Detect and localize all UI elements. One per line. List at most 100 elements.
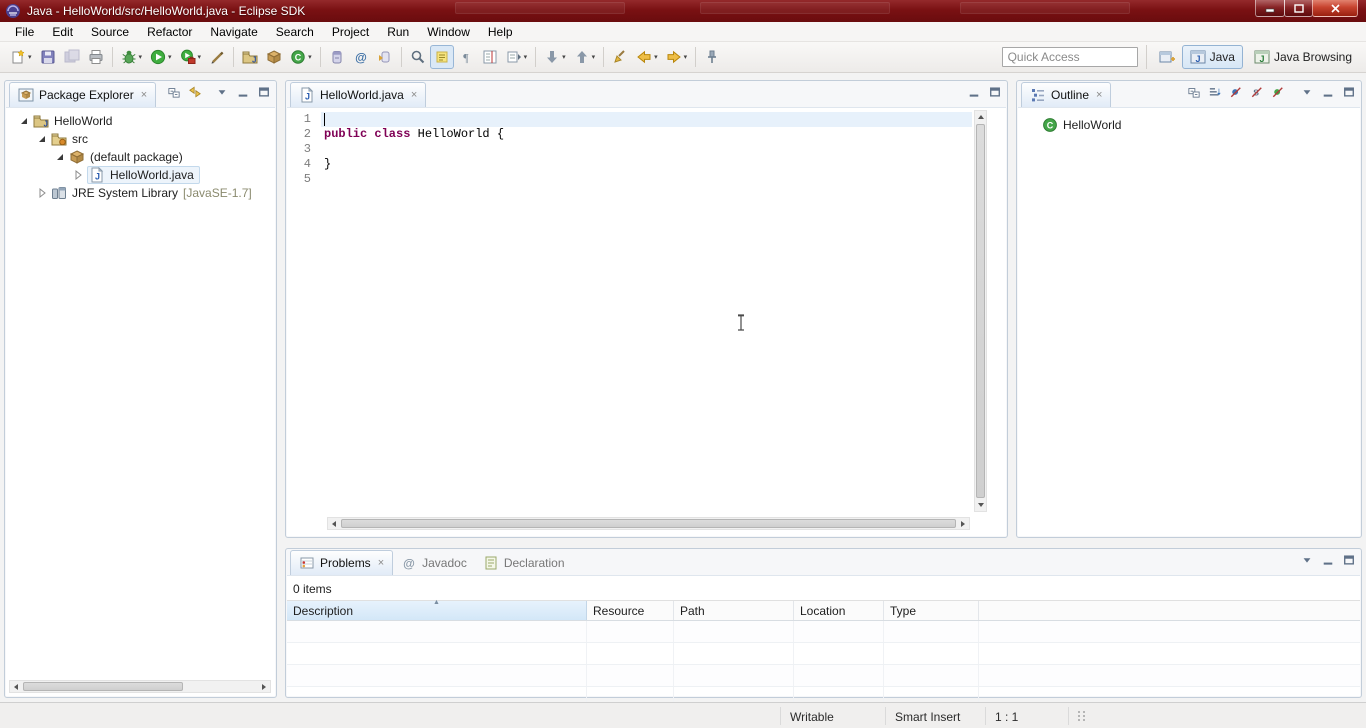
editor-body[interactable]: 1 2 3 4 5 public class HelloWorld { }	[287, 107, 1006, 536]
hide-static-members-icon[interactable]: S	[1251, 86, 1263, 98]
expanded-arrow-icon[interactable]	[36, 133, 48, 145]
menu-search[interactable]: Search	[267, 22, 323, 42]
menu-window[interactable]: Window	[418, 22, 479, 42]
tab-problems[interactable]: Problems ×	[290, 550, 393, 575]
close-tab-icon[interactable]: ×	[378, 557, 384, 569]
show-print-margin-button[interactable]	[478, 45, 502, 69]
link-with-editor-icon[interactable]	[189, 86, 201, 98]
run-button[interactable]: ▾	[146, 45, 176, 69]
scroll-up-arrow[interactable]	[975, 111, 986, 123]
menu-run[interactable]: Run	[378, 22, 418, 42]
tab-package-explorer[interactable]: Package Explorer ×	[9, 82, 156, 107]
new-wizard-button[interactable]: ▾	[6, 45, 36, 69]
show-selected-element-button[interactable]: ▾	[502, 45, 532, 69]
tree-item-src[interactable]: src	[6, 130, 275, 148]
editor-line-4[interactable]: }	[321, 157, 972, 172]
close-tab-icon[interactable]: ×	[411, 89, 417, 101]
save-button[interactable]	[36, 45, 60, 69]
editor-line-3[interactable]	[321, 142, 972, 157]
minimize-view-icon[interactable]	[1322, 554, 1334, 566]
column-header-path[interactable]: Path	[674, 601, 794, 620]
column-header-description[interactable]: ▲Description	[287, 601, 587, 620]
scrollbar-thumb[interactable]	[23, 682, 183, 691]
tree-item-helloworld-java[interactable]: J HelloWorld.java	[6, 166, 275, 184]
new-java-project-button[interactable]: J	[238, 45, 262, 69]
scroll-left-arrow[interactable]	[10, 681, 22, 692]
column-header-resource[interactable]: Resource	[587, 601, 674, 620]
show-whitespace-button[interactable]: ¶	[454, 45, 478, 69]
expanded-arrow-icon[interactable]	[18, 115, 30, 127]
scroll-down-arrow[interactable]	[975, 499, 986, 511]
collapsed-arrow-icon[interactable]	[72, 169, 84, 181]
menu-refactor[interactable]: Refactor	[138, 22, 201, 42]
package-explorer-hscrollbar[interactable]	[9, 680, 271, 693]
menu-source[interactable]: Source	[82, 22, 138, 42]
scroll-right-arrow[interactable]	[258, 681, 270, 692]
close-tab-icon[interactable]: ×	[1096, 89, 1102, 101]
maximize-view-icon[interactable]	[989, 86, 1001, 98]
quick-access-input[interactable]	[1002, 47, 1138, 67]
scrollbar-thumb[interactable]	[341, 519, 956, 528]
import-jar-button[interactable]	[373, 45, 397, 69]
last-edit-location-button[interactable]	[608, 45, 632, 69]
hide-non-public-icon[interactable]	[1272, 86, 1284, 98]
editor-line-2[interactable]: public class HelloWorld {	[321, 127, 972, 142]
scrollbar-thumb[interactable]	[976, 124, 985, 498]
maximize-view-icon[interactable]	[258, 86, 270, 98]
debug-button[interactable]: ▾	[117, 45, 147, 69]
back-button[interactable]: ▾	[632, 45, 662, 69]
tab-helloworld-java[interactable]: J HelloWorld.java ×	[290, 82, 426, 107]
editor-line-1[interactable]	[321, 112, 972, 127]
view-menu-icon[interactable]	[1301, 86, 1313, 98]
tab-javadoc[interactable]: @ Javadoc	[393, 550, 475, 575]
search-button[interactable]	[406, 45, 430, 69]
code-area[interactable]: public class HelloWorld { }	[321, 109, 972, 514]
collapse-all-icon[interactable]	[1188, 86, 1200, 98]
new-class-button[interactable]: C ▾	[286, 45, 316, 69]
editor-hscrollbar[interactable]	[327, 517, 970, 530]
minimize-view-icon[interactable]	[237, 86, 249, 98]
previous-annotation-button[interactable]: ▾	[570, 45, 600, 69]
tree-item-default-package[interactable]: (default package)	[6, 148, 275, 166]
javadoc-wizard-button[interactable]: @	[349, 45, 373, 69]
menu-navigate[interactable]: Navigate	[201, 22, 266, 42]
perspective-java-browsing-button[interactable]: J Java Browsing	[1246, 45, 1360, 69]
sort-alphabetical-icon[interactable]	[1209, 86, 1221, 98]
maximize-view-icon[interactable]	[1343, 86, 1355, 98]
close-tab-icon[interactable]: ×	[141, 89, 147, 101]
tab-declaration[interactable]: Declaration	[475, 550, 573, 575]
save-all-button[interactable]	[60, 45, 84, 69]
column-header-location[interactable]: Location	[794, 601, 884, 620]
selected-tree-item[interactable]: J HelloWorld.java	[87, 166, 200, 184]
collapse-all-icon[interactable]	[168, 86, 180, 98]
scroll-left-arrow[interactable]	[328, 518, 340, 529]
minimize-view-icon[interactable]	[1322, 86, 1334, 98]
maximize-view-icon[interactable]	[1343, 554, 1355, 566]
export-jar-button[interactable]	[325, 45, 349, 69]
outline-item-helloworld[interactable]: C HelloWorld	[1018, 116, 1360, 134]
new-package-button[interactable]	[262, 45, 286, 69]
editor-line-5[interactable]	[321, 172, 972, 187]
perspective-java-button[interactable]: J Java	[1182, 45, 1243, 69]
next-annotation-button[interactable]: ▾	[540, 45, 570, 69]
open-perspective-button[interactable]	[1155, 45, 1179, 69]
view-menu-icon[interactable]	[216, 86, 228, 98]
close-window-button[interactable]	[1312, 0, 1358, 17]
tree-item-helloworld-project[interactable]: J HelloWorld	[6, 112, 275, 130]
print-button[interactable]	[84, 45, 108, 69]
editor-vscrollbar[interactable]	[974, 110, 987, 512]
column-header-type[interactable]: Type	[884, 601, 979, 620]
menu-edit[interactable]: Edit	[43, 22, 82, 42]
menu-file[interactable]: File	[6, 22, 43, 42]
mark-occurrences-toggle[interactable]	[430, 45, 454, 69]
hide-fields-icon[interactable]	[1230, 86, 1242, 98]
collapsed-arrow-icon[interactable]	[36, 187, 48, 199]
view-menu-icon[interactable]	[1301, 554, 1313, 566]
pin-editor-button[interactable]	[700, 45, 724, 69]
external-tools-button[interactable]: ▾	[176, 45, 206, 69]
minimize-window-button[interactable]	[1255, 0, 1285, 17]
menu-help[interactable]: Help	[479, 22, 522, 42]
tree-item-jre-system-library[interactable]: JRE System Library [JavaSE-1.7]	[6, 184, 275, 202]
menu-project[interactable]: Project	[323, 22, 378, 42]
expanded-arrow-icon[interactable]	[54, 151, 66, 163]
